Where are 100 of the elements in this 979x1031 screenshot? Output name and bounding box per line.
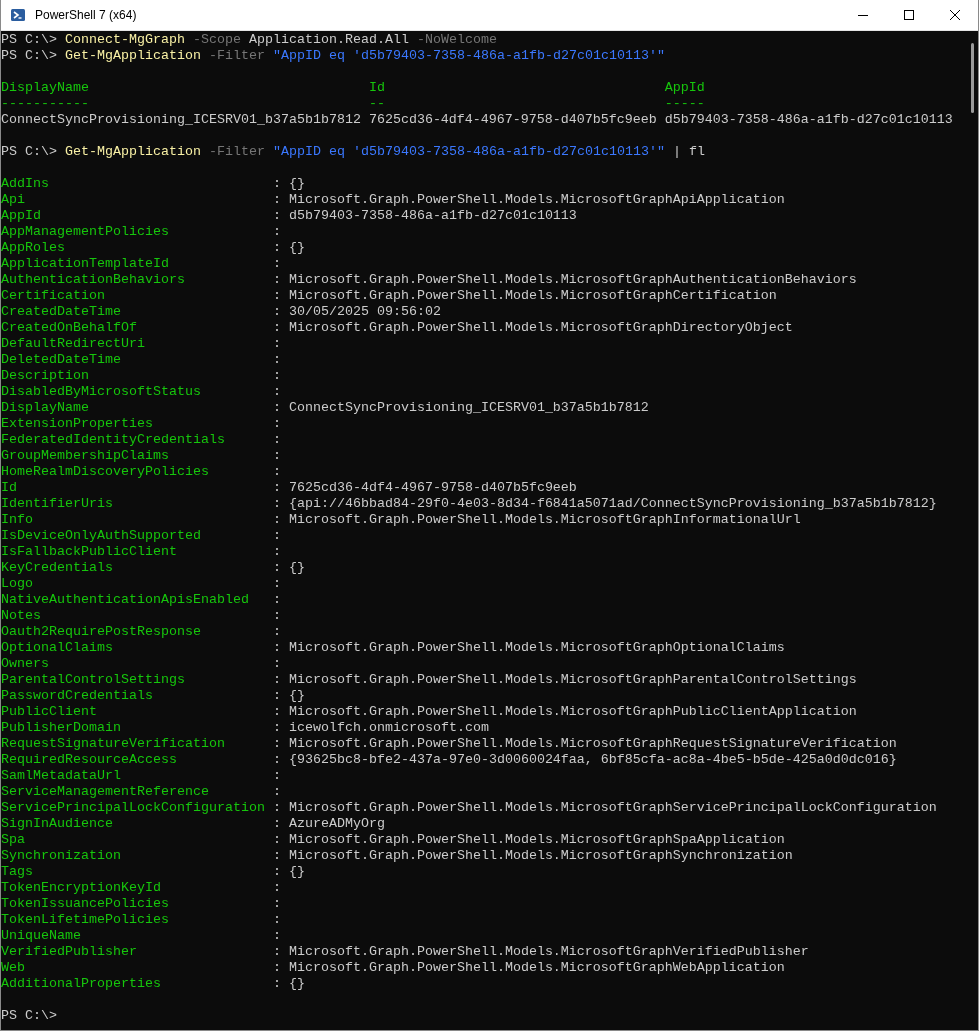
property-name: AppRoles: [1, 240, 66, 256]
property-value: :: [272, 624, 281, 639]
property-value: :: [272, 224, 281, 239]
property-value: : Microsoft.Graph.PowerShell.Models.MicrosoftGraphParentalControlSettings: [272, 672, 857, 687]
property-value: : {}: [272, 240, 305, 255]
property-name: CreatedOnBehalfOf: [1, 320, 138, 336]
property-value: : 7625cd36-4df4-4967-9758-d407b5fc9eeb: [272, 480, 577, 495]
property-name: AuthenticationBehaviors: [1, 272, 186, 288]
property-value: :: [272, 544, 281, 559]
property-value: : Microsoft.Graph.PowerShell.Models.MicrosoftGraphVerifiedPublisher: [272, 944, 809, 959]
property-value: : {}: [272, 864, 305, 879]
property-name: Description: [1, 368, 90, 384]
property-value: : Microsoft.Graph.PowerShell.Models.MicrosoftGraphDirectoryObject: [272, 320, 793, 335]
property-value: : AzureADMyOrg: [272, 816, 385, 831]
property-name: IdentifierUris: [1, 496, 114, 512]
property-name: FederatedIdentityCredentials: [1, 432, 226, 448]
parameter-name: -Filter: [209, 144, 265, 159]
prompt-text: PS C:\>: [1, 1008, 57, 1023]
property-value: :: [272, 656, 281, 671]
property-value: :: [272, 432, 281, 447]
property-name: ServiceManagementReference: [1, 784, 210, 800]
property-value: : {93625bc8-bfe2-437a-97e0-3d0060024faa, 6bf85cfa-ac8a-4be5-b5de-425a0d0dc016}: [272, 752, 897, 767]
property-name: AddIns: [1, 176, 50, 192]
string-literal: "AppID eq 'd5b79403-7358-486a-a1fb-d27c01c10113'": [273, 48, 665, 63]
property-name: SamlMetadataUrl: [1, 768, 122, 784]
property-name: PublicClient: [1, 704, 98, 720]
property-value: :: [272, 416, 281, 431]
property-name: ServicePrincipalLockConfiguration: [1, 800, 266, 816]
header-underline: -----------: [1, 96, 90, 112]
property-name: Spa: [1, 832, 26, 848]
command-name: Connect-MgGraph: [65, 32, 185, 47]
property-name: Info: [1, 512, 34, 528]
property-name: ExtensionProperties: [1, 416, 154, 432]
property-name: Synchronization: [1, 848, 122, 864]
property-name: AppId: [1, 208, 42, 224]
property-value: : {}: [272, 688, 305, 703]
property-value: : {}: [272, 176, 305, 191]
property-name: Oauth2RequirePostResponse: [1, 624, 202, 640]
property-value: : ConnectSyncProvisioning_ICESRV01_b37a5b1b7812: [272, 400, 649, 415]
property-value: : {}: [272, 560, 305, 575]
prompt-text: PS C:\>: [1, 48, 57, 63]
property-value: :: [272, 384, 281, 399]
property-name: DeletedDateTime: [1, 352, 122, 368]
property-name: VerifiedPublisher: [1, 944, 138, 960]
property-value: :: [272, 464, 281, 479]
parameter-name: -Filter: [209, 48, 265, 63]
property-value: :: [272, 912, 281, 927]
header-underline: -----: [664, 96, 706, 112]
property-name: UniqueName: [1, 928, 82, 944]
property-name: ParentalControlSettings: [1, 672, 186, 688]
property-value: :: [272, 368, 281, 383]
table-cell: ConnectSyncProvisioning_ICESRV01_b37a5b1b7812: [1, 112, 361, 128]
property-value: : Microsoft.Graph.PowerShell.Models.MicrosoftGraphInformationalUrl: [272, 512, 801, 527]
argument-text: | fl: [672, 144, 705, 159]
column-header: Id: [368, 80, 386, 96]
property-name: KeyCredentials: [1, 560, 114, 576]
property-value: : Microsoft.Graph.PowerShell.Models.MicrosoftGraphOptionalClaims: [272, 640, 785, 655]
property-value: :: [272, 784, 281, 799]
property-value: : Microsoft.Graph.PowerShell.Models.MicrosoftGraphServicePrincipalLockConfiguration: [272, 800, 937, 815]
property-name: Id: [1, 480, 18, 496]
property-name: Tags: [1, 864, 34, 880]
property-name: DisabledByMicrosoftStatus: [1, 384, 202, 400]
table-cell: 7625cd36-4df4-4967-9758-d407b5fc9eeb: [368, 112, 657, 128]
property-name: ApplicationTemplateId: [1, 256, 170, 272]
property-value: : {}: [272, 976, 305, 991]
property-name: Web: [1, 960, 26, 976]
column-header: DisplayName: [1, 80, 90, 96]
property-value: :: [272, 768, 281, 783]
parameter-name: -Scope: [193, 32, 241, 47]
property-name: RequiredResourceAccess: [1, 752, 178, 768]
scrollbar-thumb[interactable]: [971, 43, 974, 113]
property-value: :: [272, 592, 281, 607]
property-name: DisplayName: [1, 400, 90, 416]
command-name: Get-MgApplication: [65, 144, 201, 159]
header-underline: --: [368, 96, 386, 112]
property-name: CreatedDateTime: [1, 304, 122, 320]
property-value: : Microsoft.Graph.PowerShell.Models.MicrosoftGraphSpaApplication: [272, 832, 785, 847]
property-name: HomeRealmDiscoveryPolicies: [1, 464, 210, 480]
property-name: AdditionalProperties: [1, 976, 162, 992]
property-value: :: [272, 352, 281, 367]
prompt-text: PS C:\>: [1, 32, 57, 47]
property-name: OptionalClaims: [1, 640, 114, 656]
property-name: Owners: [1, 656, 50, 672]
property-value: :: [272, 896, 281, 911]
property-value: :: [272, 928, 281, 943]
property-value: :: [272, 336, 281, 351]
property-value: : Microsoft.Graph.PowerShell.Models.MicrosoftGraphWebApplication: [272, 960, 785, 975]
property-value: : {api://46bbad84-29f0-4e03-8d34-f6841a5071ad/ConnectSyncProvisioning_b37a5b1b7812}: [272, 496, 937, 511]
property-value: : Microsoft.Graph.PowerShell.Models.MicrosoftGraphAuthenticationBehaviors: [272, 272, 857, 287]
property-name: Api: [1, 192, 26, 208]
property-value: : d5b79403-7358-486a-a1fb-d27c01c10113: [272, 208, 577, 223]
column-header: AppId: [664, 80, 706, 96]
property-value: : Microsoft.Graph.PowerShell.Models.MicrosoftGraphSynchronization: [272, 848, 793, 863]
property-name: GroupMembershipClaims: [1, 448, 170, 464]
property-value: :: [272, 608, 281, 623]
close-icon: [950, 10, 960, 20]
table-cell: d5b79403-7358-486a-a1fb-d27c01c10113: [664, 112, 953, 128]
property-name: IsFallbackPublicClient: [1, 544, 178, 560]
window-title: PowerShell 7 (x64): [35, 8, 138, 22]
property-name: Notes: [1, 608, 42, 624]
